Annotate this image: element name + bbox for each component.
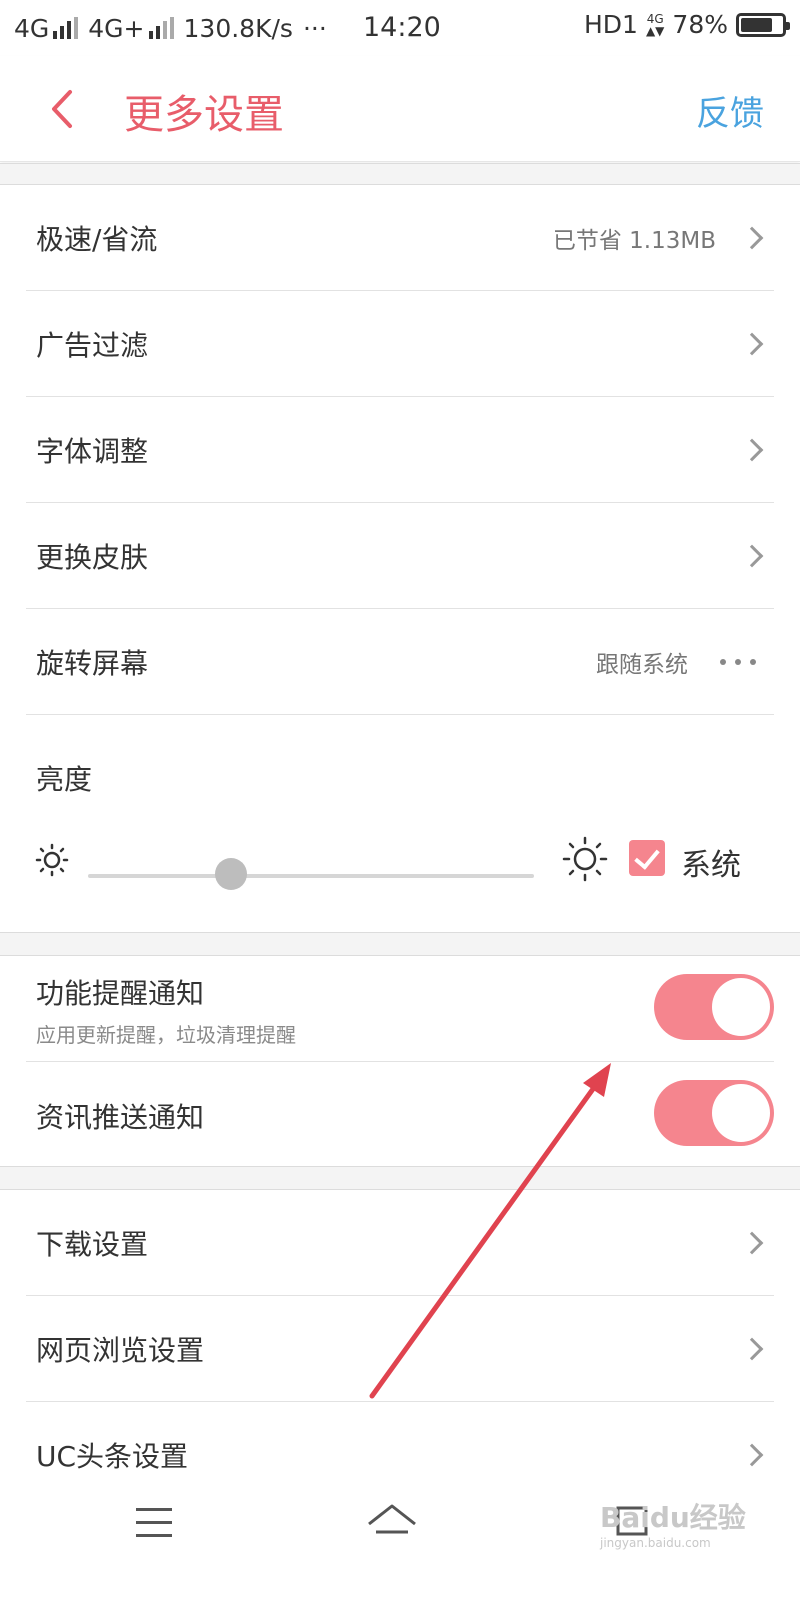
row-subtitle: 应用更新提醒，垃圾清理提醒 <box>36 1023 296 1047</box>
back-button[interactable] <box>44 86 80 132</box>
clock: 14:20 <box>363 12 441 43</box>
settings-row-web-browsing[interactable]: 网页浏览设置 <box>26 1296 774 1402</box>
battery-percent: 78% <box>672 10 728 39</box>
watermark-logo: Baidu经验 <box>600 1501 746 1534</box>
data-activity-icon: 4G ▲▼ <box>645 11 665 38</box>
home-icon[interactable] <box>366 1502 418 1542</box>
row-label: 网页浏览设置 <box>36 1333 205 1367</box>
system-brightness-checkbox[interactable] <box>629 840 665 876</box>
row-label: 更换皮肤 <box>36 540 149 574</box>
section-divider <box>0 1166 800 1190</box>
row-label: 资讯推送通知 <box>36 1101 205 1134</box>
network-indicator-1: 4G <box>14 13 79 43</box>
section-divider <box>0 932 800 956</box>
brightness-low-icon <box>35 843 69 877</box>
settings-row-font-adjust[interactable]: 字体调整 <box>26 397 774 503</box>
row-label: 下载设置 <box>36 1227 149 1261</box>
row-label: 功能提醒通知 <box>36 977 205 1010</box>
status-left: 4G 4G+ 130.8K/s ··· <box>14 14 327 43</box>
brightness-high-icon <box>562 836 608 882</box>
network-indicator-2: 4G+ <box>88 13 174 43</box>
signal-icon-2 <box>148 17 174 39</box>
network-label-1: 4G <box>14 13 50 43</box>
row-label: 字体调整 <box>36 434 149 468</box>
more-notifications-icon: ··· <box>302 13 327 43</box>
signal-icon-1 <box>53 17 79 39</box>
settings-row-speed-saving[interactable]: 极速/省流 已节省 1.13MB <box>26 185 774 291</box>
row-value: 跟随系统 <box>596 651 688 678</box>
brightness-slider-thumb[interactable] <box>214 858 247 890</box>
feature-notification-toggle[interactable] <box>654 974 774 1040</box>
chevron-right-icon <box>740 1443 764 1467</box>
menu-icon[interactable] <box>136 1508 172 1547</box>
chevron-right-icon <box>740 544 764 567</box>
page-title: 更多设置 <box>124 92 284 138</box>
watermark-url: jingyan.baidu.com <box>600 1536 711 1550</box>
network-speed: 130.8K/s <box>183 13 293 43</box>
chevron-right-icon <box>740 226 764 249</box>
section-divider <box>0 163 800 185</box>
chevron-right-icon <box>740 438 764 461</box>
network-label-2: 4G+ <box>88 13 145 43</box>
app-header: 更多设置 反馈 <box>0 56 800 162</box>
status-bar: 4G 4G+ 130.8K/s ··· 14:20 HD1 4G ▲▼ 78% <box>0 0 800 56</box>
settings-row-news-push: 资讯推送通知 <box>26 1062 774 1166</box>
data-4g-label: 4G <box>646 11 664 26</box>
chevron-left-icon <box>52 90 72 128</box>
settings-row-ad-filter[interactable]: 广告过滤 <box>26 291 774 397</box>
system-brightness-label: 系统 <box>681 848 741 883</box>
feedback-link[interactable]: 反馈 <box>696 86 764 135</box>
chevron-right-icon <box>740 1231 764 1254</box>
row-label: 旋转屏幕 <box>36 646 149 680</box>
chevron-right-icon <box>740 332 764 355</box>
more-options-icon <box>720 658 756 665</box>
battery-icon <box>736 12 790 37</box>
row-value: 已节省 1.13MB <box>552 227 716 254</box>
hd-indicator: HD1 <box>583 10 638 39</box>
settings-row-download[interactable]: 下载设置 <box>26 1190 774 1296</box>
brightness-label: 亮度 <box>36 763 93 796</box>
watermark: Baidu经验 jingyan.baidu.com <box>600 1496 790 1556</box>
row-label: 广告过滤 <box>36 328 149 362</box>
row-label: 极速/省流 <box>36 222 158 256</box>
settings-row-change-skin[interactable]: 更换皮肤 <box>26 503 774 609</box>
settings-row-rotate-screen[interactable]: 旋转屏幕 跟随系统 <box>26 609 774 715</box>
chevron-right-icon <box>740 1337 764 1360</box>
status-right: HD1 4G ▲▼ 78% <box>583 10 790 39</box>
news-push-toggle[interactable] <box>654 1080 774 1146</box>
row-label: UC头条设置 <box>36 1440 189 1473</box>
brightness-slider-track[interactable] <box>88 874 534 878</box>
settings-row-feature-notification: 功能提醒通知 应用更新提醒，垃圾清理提醒 <box>26 956 774 1062</box>
